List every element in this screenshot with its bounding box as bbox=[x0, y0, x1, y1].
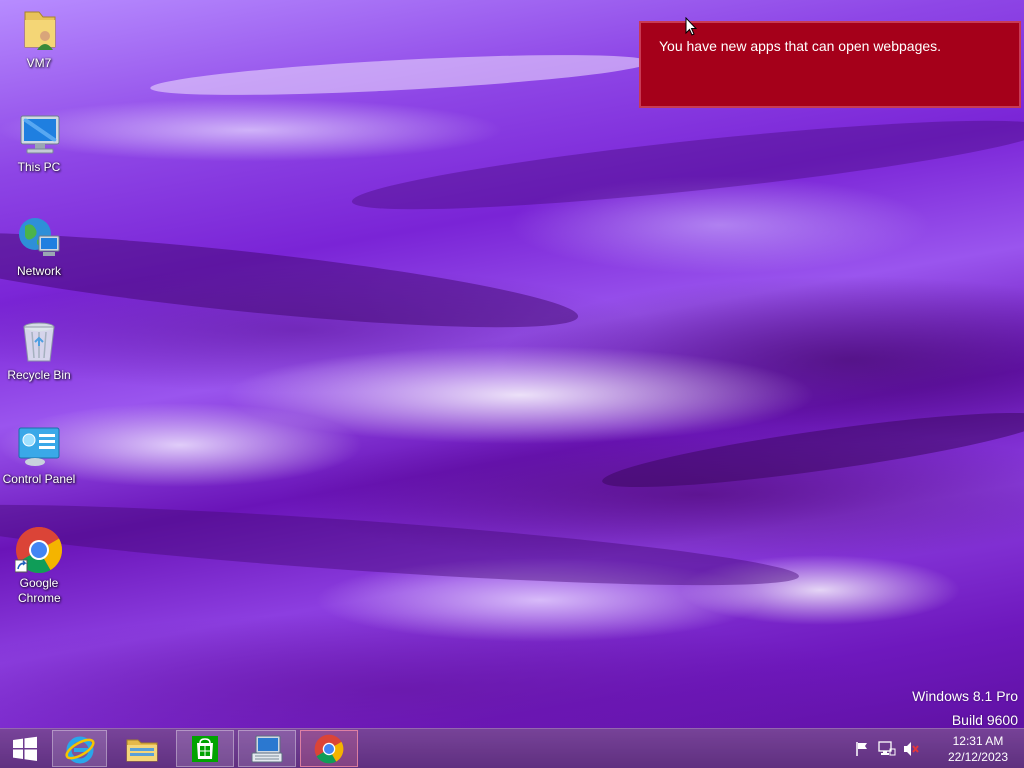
internet-explorer-icon bbox=[64, 736, 95, 763]
system-tray: 12:31 AM 22/12/2023 bbox=[854, 729, 1024, 768]
volume-muted-icon[interactable] bbox=[902, 741, 920, 762]
taskbar-google-chrome[interactable] bbox=[300, 730, 358, 767]
desktop-icon-label: Recycle Bin bbox=[7, 368, 71, 382]
start-button[interactable] bbox=[0, 730, 50, 767]
clock-date: 22/12/2023 bbox=[947, 750, 1008, 764]
desktop-icon-label: Control Panel bbox=[2, 472, 76, 486]
file-explorer-icon bbox=[126, 739, 158, 761]
this-pc-icon bbox=[15, 110, 63, 158]
taskbar-file-explorer[interactable] bbox=[114, 730, 170, 767]
taskbar-windows-store[interactable] bbox=[176, 730, 234, 767]
desktop-icon-label: Google Chrome bbox=[18, 576, 61, 605]
desktop-icon-label: VM7 bbox=[26, 56, 52, 70]
windows-start-icon bbox=[13, 736, 37, 761]
network-status-icon[interactable] bbox=[878, 741, 896, 762]
notification-message: You have new apps that can open webpages… bbox=[659, 38, 942, 54]
network-icon bbox=[15, 214, 63, 262]
recycle-bin-icon bbox=[15, 318, 63, 366]
windows-edition: Windows 8.1 Pro bbox=[912, 688, 1018, 704]
desktop-wallpaper: VM7 This PC Network Recycle Bin Control … bbox=[0, 0, 1024, 768]
keyboard-monitor-icon bbox=[251, 735, 283, 762]
action-center-flag-icon[interactable] bbox=[854, 741, 870, 762]
desktop-icon-label: Network bbox=[16, 264, 61, 278]
taskbar-internet-explorer[interactable] bbox=[52, 730, 107, 767]
desktop-icon-label: This PC bbox=[17, 160, 61, 174]
chrome-icon bbox=[314, 734, 344, 763]
desktop-icon-this-pc[interactable]: This PC bbox=[0, 110, 78, 175]
store-icon bbox=[192, 735, 218, 762]
desktop-icon-vm7[interactable]: VM7 bbox=[0, 6, 78, 71]
control-panel-icon bbox=[15, 422, 63, 470]
desktop-icon-network[interactable]: Network bbox=[0, 214, 78, 279]
clock-time: 12:31 AM bbox=[952, 734, 1004, 748]
mouse-cursor-icon bbox=[685, 16, 698, 42]
taskbar-on-screen-keyboard[interactable] bbox=[238, 730, 296, 767]
desktop-icon-google-chrome[interactable]: Google Chrome bbox=[0, 526, 78, 606]
desktop-icon-recycle-bin[interactable]: Recycle Bin bbox=[0, 318, 78, 383]
taskbar-clock[interactable]: 12:31 AM 22/12/2023 bbox=[948, 733, 1008, 765]
chrome-shortcut-icon bbox=[15, 526, 63, 574]
user-folder-icon bbox=[15, 6, 63, 54]
windows-version-watermark: Windows 8.1 Pro Build 9600 bbox=[912, 684, 1018, 732]
taskbar: 12:31 AM 22/12/2023 bbox=[0, 728, 1024, 768]
desktop-icon-control-panel[interactable]: Control Panel bbox=[0, 422, 78, 487]
